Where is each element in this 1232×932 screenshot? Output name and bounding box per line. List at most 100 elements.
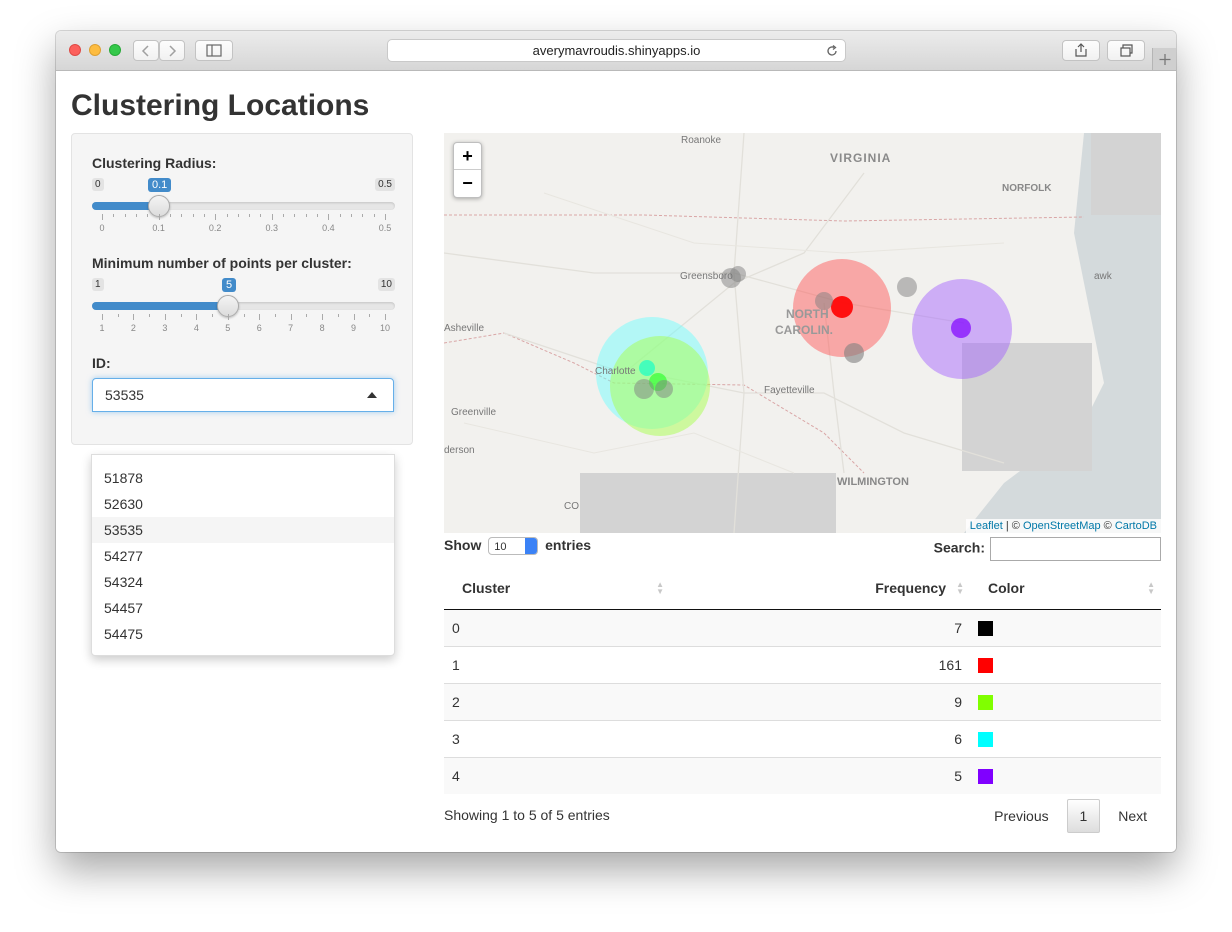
slider-tick	[271, 214, 273, 220]
column-header-color[interactable]: Color ▲ ▼	[970, 567, 1161, 610]
slider-minor-tick	[203, 214, 205, 217]
pagination: Previous 1 Next	[980, 799, 1161, 833]
slider-minor-tick	[362, 214, 364, 217]
slider-tick-label: 9	[351, 323, 357, 333]
id-option[interactable]: 54475	[92, 621, 394, 647]
sidebar-toggle-button[interactable]	[195, 40, 233, 61]
id-option[interactable]: 54324	[92, 569, 394, 595]
cartodb-link[interactable]: CartoDB	[1115, 520, 1157, 532]
slider-minor-tick	[369, 314, 371, 317]
previous-page-button[interactable]: Previous	[980, 800, 1062, 832]
radius-label: Clustering Radius:	[92, 155, 217, 171]
tabs-button[interactable]	[1107, 40, 1145, 61]
slider-tick	[215, 214, 217, 220]
cluster-table: Cluster ▲ ▼ Frequency ▲ ▼ Color ▲ ▼ 0 7 1 161 2 9 3 6…	[444, 567, 1161, 794]
minpts-slider[interactable]: 1 10 5 1 2 3 4 5 6 7 8 9 10	[92, 278, 395, 338]
maximize-window-button[interactable]	[109, 44, 121, 56]
next-page-button[interactable]: Next	[1104, 800, 1161, 832]
cell-color	[970, 646, 1161, 684]
id-option-selected[interactable]: 53535	[92, 517, 394, 543]
id-option[interactable]: 52630	[92, 491, 394, 517]
cell-color	[970, 609, 1161, 647]
radius-slider[interactable]: 0 0.5 0.1 0 0.1 0.2 0.3 0.4 0.5	[92, 178, 395, 238]
slider-tick-label: 5	[225, 323, 231, 333]
page-length-select[interactable]: 10	[488, 537, 539, 556]
leaflet-map[interactable]: Roanoke VIRGINIA NORFOLK Greensboro NORT…	[444, 133, 1161, 533]
id-option[interactable]: 54457	[92, 595, 394, 621]
id-dropdown[interactable]: 51878 52630 53535 54277 54324 54457 5447…	[91, 454, 395, 656]
table-row[interactable]: 36	[444, 720, 1161, 758]
slider-minor-tick	[192, 214, 194, 217]
share-button[interactable]	[1062, 40, 1100, 61]
page-content: Clustering Locations Clustering Radius: …	[56, 71, 1176, 852]
slider-minor-tick	[294, 214, 296, 217]
sort-icon: ▲ ▼	[656, 580, 664, 596]
slider-tick-label: 0	[99, 223, 105, 233]
id-option[interactable]: 54277	[92, 543, 394, 569]
map-label: CO	[564, 501, 579, 512]
zoom-out-button[interactable]: −	[454, 170, 481, 196]
slider-minor-tick	[283, 214, 285, 217]
slider-tick-label: 4	[193, 323, 199, 333]
minimize-window-button[interactable]	[89, 44, 101, 56]
minpts-value: 5	[222, 278, 237, 292]
map-label: Greenville	[451, 407, 497, 418]
chevron-left-icon	[141, 45, 149, 57]
slider-minor-tick	[373, 214, 375, 217]
slider-tick	[322, 314, 324, 320]
entries-label: entries	[545, 537, 592, 553]
sidebar-icon	[206, 44, 222, 57]
slider-tick	[164, 314, 166, 320]
slider-tick-label: 7	[288, 323, 294, 333]
cell-cluster: 0	[444, 609, 670, 647]
slider-tick-label: 2	[130, 323, 136, 333]
radius-max: 0.5	[375, 178, 395, 191]
cell-color	[970, 720, 1161, 758]
table-row[interactable]: 29	[444, 683, 1161, 721]
slider-minor-tick	[305, 214, 307, 217]
cell-cluster: 1	[444, 646, 670, 684]
column-header-cluster[interactable]: Cluster ▲ ▼	[444, 567, 670, 610]
id-option[interactable]: 51878	[92, 465, 394, 491]
color-swatch	[978, 621, 993, 637]
new-tab-button[interactable]	[1152, 48, 1176, 70]
map-label: Asheville	[444, 323, 485, 334]
select-arrows-icon	[525, 538, 538, 555]
chevron-right-icon	[169, 45, 177, 57]
slider-minor-tick	[135, 214, 137, 217]
map-label: VIRGINIA	[830, 151, 892, 165]
forward-button[interactable]	[159, 40, 185, 61]
minpts-max: 10	[377, 278, 395, 291]
close-window-button[interactable]	[69, 44, 81, 56]
url-bar[interactable]: averymavroudis.shinyapps.io	[387, 39, 846, 62]
slider-tick	[328, 214, 330, 220]
minpts-bar	[92, 302, 228, 310]
cell-frequency: 9	[670, 683, 970, 721]
map-attribution: Leaflet | © OpenStreetMap © CartoDB	[965, 519, 1161, 533]
table-row[interactable]: 45	[444, 757, 1161, 794]
map-label: CAROLIN.	[775, 323, 833, 337]
slider-tick	[353, 314, 355, 320]
slider-tick	[385, 314, 386, 320]
slider-minor-tick	[113, 214, 115, 217]
search-label: Search:	[933, 539, 985, 556]
reload-icon[interactable]	[825, 44, 839, 58]
slider-minor-tick	[212, 314, 214, 317]
zoom-in-button[interactable]: +	[454, 143, 481, 170]
slider-minor-tick	[351, 214, 353, 217]
slider-minor-tick	[249, 214, 251, 217]
id-select[interactable]: 53535	[92, 378, 394, 412]
back-button[interactable]	[133, 40, 159, 61]
table-row[interactable]: 1 161	[444, 646, 1161, 684]
column-header-frequency[interactable]: Frequency ▲ ▼	[670, 567, 970, 610]
slider-minor-tick	[117, 314, 119, 317]
leaflet-link[interactable]: Leaflet	[970, 520, 1003, 532]
table-row[interactable]: 07	[444, 609, 1161, 647]
page-1-button[interactable]: 1	[1066, 799, 1101, 833]
sort-icon: ▲ ▼	[956, 580, 964, 596]
osm-link[interactable]: OpenStreetMap	[1023, 520, 1101, 532]
slider-minor-tick	[147, 214, 149, 217]
search-input[interactable]	[990, 537, 1161, 561]
slider-tick	[259, 314, 261, 320]
id-option-partial[interactable]	[92, 455, 394, 461]
